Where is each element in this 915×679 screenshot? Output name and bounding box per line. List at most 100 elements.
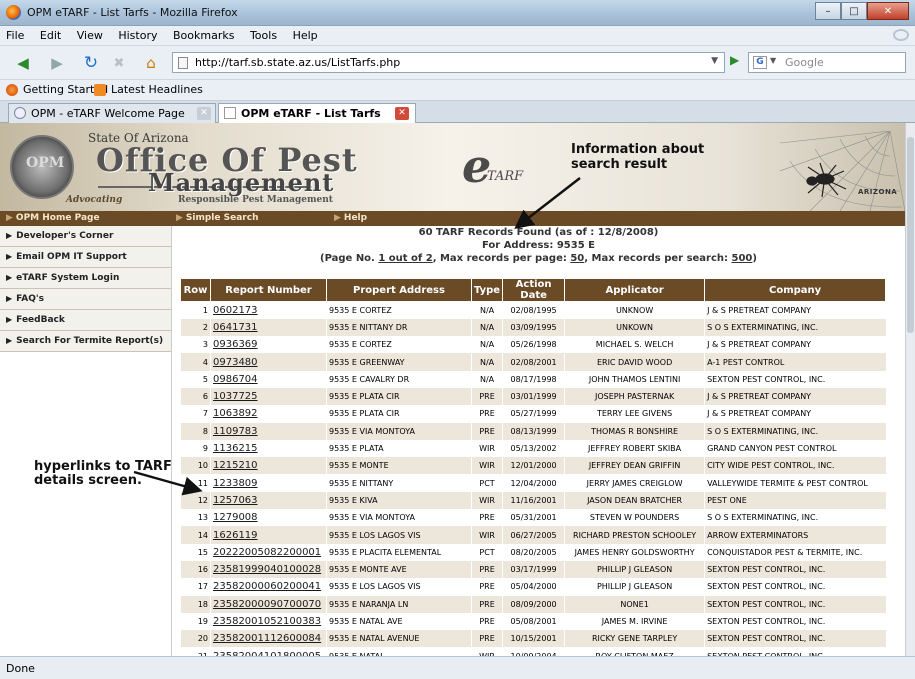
page-number-link[interactable]: 1 out of 2 — [378, 253, 432, 264]
cell-type: WIR — [470, 457, 503, 475]
tab-list-tarfs[interactable]: OPM eTARF - List Tarfs ✕ — [218, 103, 416, 124]
search-box[interactable]: G ▼ Google — [748, 52, 906, 73]
summary-text: , Max records per search: — [584, 253, 732, 264]
report-number-link[interactable]: 1215210 — [213, 460, 258, 471]
sidebar-item-feedback[interactable]: ▶ FeedBack — [0, 310, 171, 331]
cell-report-number: 1037725 — [210, 387, 327, 406]
close-tab-icon[interactable]: ✕ — [395, 107, 409, 120]
sidebar-item-developers-corner[interactable]: ▶ Developer's Corner — [0, 226, 171, 247]
minimize-button[interactable]: – — [815, 2, 841, 20]
cell-row: 5 — [180, 370, 211, 388]
per-page-link[interactable]: 50 — [570, 253, 584, 264]
cell-address: 9535 E PLATA — [326, 439, 472, 458]
sidebar-item-email-support[interactable]: ▶ Email OPM IT Support — [0, 247, 171, 268]
annotation-hyperlinks: hyperlinks to TARF details screen. — [34, 460, 172, 488]
cell-report-number: 0641731 — [210, 318, 327, 337]
back-button[interactable]: ◀ — [10, 52, 36, 74]
cell-address: 9535 E CORTEZ — [326, 336, 472, 354]
menu-bookmarks[interactable]: Bookmarks — [167, 26, 240, 42]
col-type: Type — [470, 278, 504, 302]
menu-help[interactable]: Help — [287, 26, 324, 42]
cell-address: 9535 E MONTE — [326, 457, 472, 475]
triangle-right-icon: ▶ — [6, 315, 13, 324]
stop-button[interactable]: ✖ — [108, 52, 130, 74]
menu-tools[interactable]: Tools — [244, 26, 283, 42]
cell-action-date: 12/04/2000 — [502, 474, 565, 492]
report-number-link[interactable]: 0602173 — [213, 305, 258, 316]
cell-type: PRE — [470, 595, 503, 613]
per-search-link[interactable]: 500 — [732, 253, 753, 264]
sidebar-item-termite-search[interactable]: ▶ Search For Termite Report(s) — [0, 331, 171, 352]
cell-applicator: JOSEPH PASTERNAK — [564, 387, 705, 406]
close-tab-icon[interactable]: ✕ — [197, 107, 211, 120]
annotation-line: details screen. — [34, 473, 142, 488]
report-number-link[interactable]: 0986704 — [213, 374, 258, 385]
menu-edit[interactable]: Edit — [34, 26, 67, 42]
col-report-number: Report Number — [210, 278, 327, 302]
triangle-right-icon: ▶ — [6, 273, 13, 282]
report-number-link[interactable]: 0973480 — [213, 357, 258, 368]
cell-type: PCT — [470, 543, 503, 561]
report-number-link[interactable]: 1233809 — [213, 478, 258, 489]
report-number-link[interactable]: 1037725 — [213, 391, 258, 402]
status-bar: Done — [0, 656, 915, 679]
address-bar[interactable]: http://tarf.sb.state.az.us/ListTarfs.php… — [172, 52, 725, 73]
cell-action-date: 08/17/1998 — [502, 370, 565, 388]
cell-type: PRE — [470, 387, 503, 406]
cell-action-date: 12/01/2000 — [502, 457, 565, 475]
menu-file[interactable]: File — [0, 26, 30, 42]
report-number-link[interactable]: 23582000060200041 — [213, 581, 321, 592]
engine-dropdown-icon[interactable]: ▼ — [770, 56, 776, 65]
nav-simple-search[interactable]: ▶ Simple Search — [176, 213, 258, 223]
cell-company: S O S EXTERMINATING, INC. — [704, 509, 886, 527]
report-number-link[interactable]: 0641731 — [213, 322, 258, 333]
report-number-link[interactable]: 23582000090700070 — [213, 599, 321, 610]
menu-view[interactable]: View — [71, 26, 109, 42]
cell-action-date: 05/31/2001 — [502, 509, 565, 527]
report-number-link[interactable]: 1626119 — [213, 530, 258, 541]
go-button[interactable]: ▶ — [730, 53, 739, 67]
bookmark-label: Latest Headlines — [111, 83, 203, 96]
report-number-link[interactable]: 23582001052100383 — [213, 616, 321, 627]
report-number-link[interactable]: 1257063 — [213, 495, 258, 506]
bookmark-getting-started[interactable]: Getting Started — [6, 83, 108, 96]
cell-address: 9535 E PLATA CIR — [326, 387, 472, 406]
sidebar-item-system-login[interactable]: ▶ eTARF System Login — [0, 268, 171, 289]
cell-applicator: TERRY LEE GIVENS — [564, 405, 705, 423]
nav-help[interactable]: ▶ Help — [334, 213, 367, 223]
reload-button[interactable]: ↻ — [80, 52, 102, 74]
url-history-dropdown-icon[interactable]: ▼ — [711, 56, 718, 66]
tab-welcome-page[interactable]: OPM - eTARF Welcome Page ✕ — [8, 103, 216, 123]
report-number-link[interactable]: 1279008 — [213, 512, 258, 523]
google-engine-icon[interactable]: G — [753, 56, 767, 69]
report-number-link[interactable]: 1136215 — [213, 443, 258, 454]
cell-applicator: JERRY JAMES CREIGLOW — [564, 474, 705, 492]
activity-throbber-icon — [893, 29, 909, 41]
report-number-link[interactable]: 23582001112600084 — [213, 633, 321, 644]
cell-report-number: 1626119 — [210, 526, 327, 544]
report-number-link[interactable]: 0936369 — [213, 339, 258, 350]
home-button[interactable]: ⌂ — [140, 52, 162, 74]
vertical-scrollbar[interactable] — [905, 123, 915, 656]
report-number-link[interactable]: 1063892 — [213, 408, 258, 419]
maximize-button[interactable]: □ — [841, 2, 867, 20]
nav-opm-home[interactable]: ▶ OPM Home Page — [6, 213, 100, 223]
tab-label: OPM eTARF - List Tarfs — [241, 107, 381, 120]
sidebar-item-faqs[interactable]: ▶ FAQ's — [0, 289, 171, 310]
close-window-button[interactable]: ✕ — [867, 2, 909, 20]
cell-company: S O S EXTERMINATING, INC. — [704, 422, 886, 440]
menu-history[interactable]: History — [112, 26, 163, 42]
forward-button[interactable]: ▶ — [46, 52, 68, 74]
cell-action-date: 03/01/1999 — [502, 387, 565, 406]
banner-advocating: Advocating — [66, 195, 123, 205]
report-number-link[interactable]: 23581999040100028 — [213, 564, 321, 575]
report-number-link[interactable]: 20222005082200001 — [213, 547, 321, 558]
table-row: 20 23582001112600084 9535 E NATAL AVENUE PR… — [180, 630, 886, 648]
scrollbar-thumb[interactable] — [907, 137, 914, 333]
cell-type: N/A — [470, 318, 503, 337]
report-number-link[interactable]: 1109783 — [213, 426, 258, 437]
bookmark-latest-headlines[interactable]: Latest Headlines — [94, 83, 203, 96]
cell-applicator: JEFFREY ROBERT SKIBA — [564, 439, 705, 458]
menu-bar: File Edit View History Bookmarks Tools H… — [0, 26, 915, 46]
table-row: 11 1233809 9535 E NITTANY PCT 12/04/2000 JERR… — [180, 474, 886, 492]
